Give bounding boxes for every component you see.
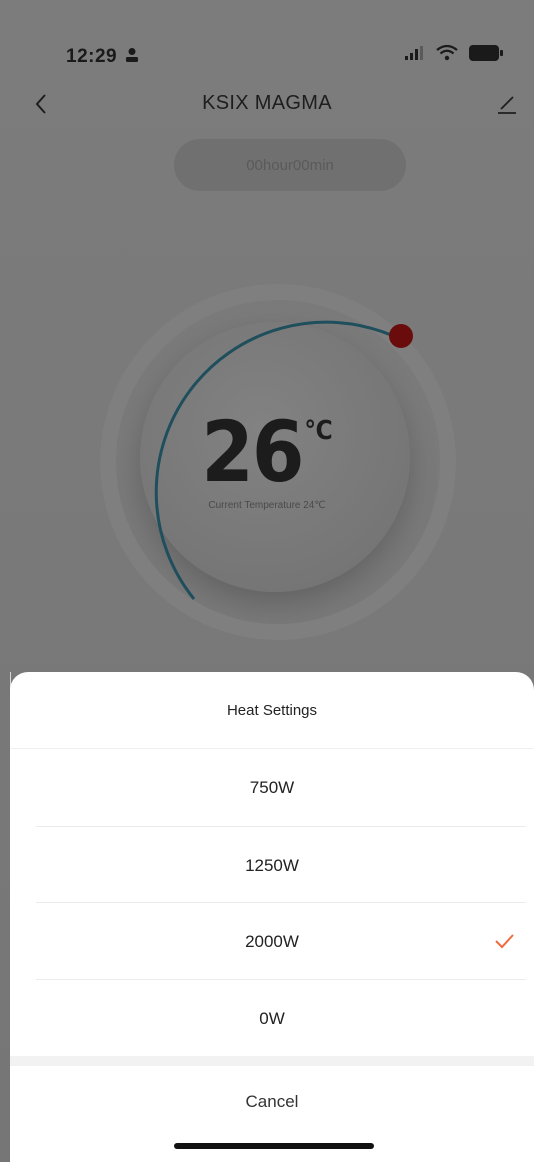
dial-knob-icon[interactable] [389,324,413,348]
device-title: KSIX MAGMA [202,92,332,114]
status-time: 12:29 [66,46,118,67]
edit-icon [498,96,516,114]
option-1250w[interactable]: 1250W [10,827,534,904]
option-0w[interactable]: 0W [10,980,534,1057]
check-icon [495,934,514,949]
home-indicator[interactable] [174,1143,374,1149]
person-icon [126,48,138,62]
current-temperature-label: Current Temperature 24℃ [208,500,326,511]
option-label: 1250W [245,855,299,875]
option-750w[interactable]: 750W [10,749,534,826]
status-bar: 12:29 [0,0,534,90]
battery-icon [469,45,503,61]
option-2000w[interactable]: 2000W [10,903,534,980]
cancel-label: Cancel [245,1092,299,1111]
temperature-unit: ℃ [304,416,333,446]
option-label: 0W [259,1008,285,1028]
nav-bar: KSIX MAGMA [0,80,534,128]
timer-pill[interactable]: 00hour00min [174,139,406,191]
cancel-button[interactable]: Cancel [10,1066,534,1138]
edit-button[interactable] [490,86,524,122]
timer-label: 00hour00min [246,156,334,174]
phone-screen: 12:29 KSIX MAGMA 00hour00min 26℃ Current… [0,0,534,1162]
signal-icon [405,46,423,60]
heat-settings-sheet: Heat Settings 750W 1250W 2000W 0W Cancel [10,672,534,1162]
sheet-title: Heat Settings [226,701,318,719]
target-temperature: 26℃ [0,410,534,494]
wifi-icon [436,45,458,61]
option-label: 2000W [245,931,299,951]
option-label: 750W [249,777,295,797]
target-temperature-value: 26 [201,403,304,501]
status-icons [404,44,504,62]
sheet-separator [10,1056,534,1066]
